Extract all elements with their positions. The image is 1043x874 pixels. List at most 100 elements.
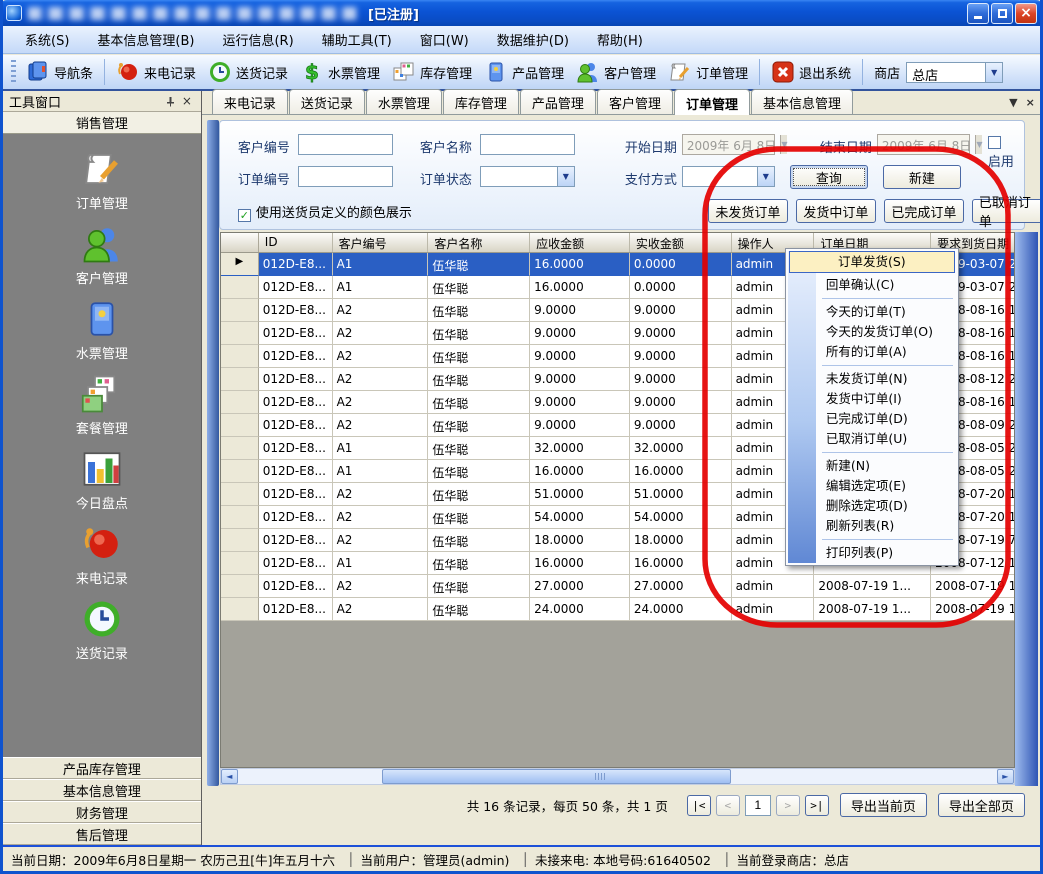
pay-method-select[interactable]: ▼	[682, 166, 775, 187]
customer-name-input[interactable]	[480, 134, 575, 155]
row-selector-cell[interactable]	[221, 460, 259, 483]
row-selector-cell[interactable]	[221, 345, 259, 368]
sidebar-item-daily-check[interactable]: 今日盘点	[3, 446, 201, 514]
color-display-checkbox[interactable]: ✓使用送货员定义的颜色展示	[238, 202, 412, 222]
sidebar-group-bar[interactable]: 售后管理	[3, 823, 201, 845]
table-row[interactable]: 012D-E8... A2 伍华聪 24.0000 24.0000 admin …	[221, 598, 1014, 621]
sidebar-item-delivery-record[interactable]: 送货记录	[3, 596, 201, 664]
context-menu-item[interactable]	[822, 298, 953, 299]
export-current-page-button[interactable]: 导出当前页	[840, 793, 927, 817]
status-filter-completed[interactable]: 已完成订单	[884, 199, 964, 223]
call-record-button[interactable]: 来电记录	[110, 57, 202, 87]
tab[interactable]: 基本信息管理	[751, 89, 853, 114]
tab[interactable]: 来电记录	[212, 89, 288, 114]
enable-checkbox[interactable]: 启用	[988, 136, 1024, 170]
context-menu-item[interactable]: 所有的订单(A)	[788, 342, 956, 362]
order-no-input[interactable]	[298, 166, 393, 187]
row-selector-cell[interactable]	[221, 391, 259, 414]
context-menu-item[interactable]	[822, 539, 953, 540]
grid-horizontal-scrollbar[interactable]: ◄ ►	[220, 768, 1015, 785]
close-button[interactable]: ×	[1015, 3, 1037, 24]
row-selector-cell[interactable]	[221, 598, 259, 621]
last-page-button[interactable]: >|	[805, 795, 829, 816]
context-menu-item[interactable]: 删除选定项(D)	[788, 496, 956, 516]
context-menu-item[interactable]: 打印列表(P)	[788, 543, 956, 563]
status-filter-cancelled[interactable]: 已取消订单	[972, 199, 1043, 223]
export-all-pages-button[interactable]: 导出全部页	[938, 793, 1025, 817]
sidebar-group-bar[interactable]: 基本信息管理	[3, 779, 201, 801]
scrollbar-thumb[interactable]	[382, 769, 731, 784]
row-selector-cell[interactable]	[221, 506, 259, 529]
row-selector-cell[interactable]	[221, 276, 259, 299]
tab[interactable]: 送货记录	[289, 89, 365, 114]
col-header-customer-no[interactable]: 客户编号	[333, 233, 429, 252]
status-filter-unshipped[interactable]: 未发货订单	[708, 199, 788, 223]
sidebar-item-combo[interactable]: 套餐管理	[3, 371, 201, 439]
tool-window-close-button[interactable]: ×	[179, 93, 195, 109]
customer-button[interactable]: 客户管理	[570, 57, 662, 87]
row-selector-header[interactable]	[221, 233, 259, 252]
scroll-left-button[interactable]: ◄	[221, 769, 238, 784]
row-selector-cell[interactable]	[221, 552, 259, 575]
tab-scroll-button[interactable]: ▼	[1009, 96, 1017, 109]
tab-close-button[interactable]: ×	[1026, 94, 1035, 110]
context-menu-item[interactable]: 编辑选定项(E)	[788, 476, 956, 496]
exit-button[interactable]: 退出系统	[765, 57, 857, 87]
menu-item[interactable]: 帮助(H)	[583, 26, 657, 53]
scrollbar-track[interactable]	[238, 769, 997, 784]
scroll-right-button[interactable]: ►	[997, 769, 1014, 784]
minimize-button[interactable]	[967, 3, 989, 24]
sidebar-item-order[interactable]: 订单管理	[3, 146, 201, 214]
sidebar-group-bar[interactable]: 财务管理	[3, 801, 201, 823]
context-menu-item[interactable]: 未发货订单(N)	[788, 369, 956, 389]
start-date-picker[interactable]: 2009年 6月 8日 ▼	[682, 134, 775, 155]
prev-page-button[interactable]: <	[716, 795, 740, 816]
row-selector-cell[interactable]: ▶	[221, 253, 259, 276]
order-button[interactable]: 订单管理	[662, 57, 754, 87]
nav-bar-button[interactable]: 导航条	[20, 57, 99, 87]
row-selector-cell[interactable]	[221, 322, 259, 345]
toolbar-grip[interactable]	[11, 60, 16, 84]
menu-item[interactable]: 系统(S)	[11, 26, 83, 53]
end-date-picker[interactable]: 2009年 6月 8日 ▼	[877, 134, 970, 155]
context-menu-item[interactable]: 发货中订单(I)	[788, 389, 956, 409]
col-header-received[interactable]: 实收金额	[630, 233, 732, 252]
status-filter-shipping[interactable]: 发货中订单	[796, 199, 876, 223]
page-number-input[interactable]	[745, 795, 771, 816]
menu-item[interactable]: 数据维护(D)	[483, 26, 583, 53]
row-selector-cell[interactable]	[221, 414, 259, 437]
sidebar-group-bar[interactable]: 产品库存管理	[3, 757, 201, 779]
tab[interactable]: 库存管理	[443, 89, 519, 114]
context-menu-item[interactable]: 已取消订单(U)	[788, 429, 956, 449]
menu-item[interactable]: 窗口(W)	[406, 26, 483, 53]
menu-item[interactable]: 运行信息(R)	[208, 26, 307, 53]
water-ticket-button[interactable]: $ 水票管理	[294, 57, 386, 87]
tab[interactable]: 水票管理	[366, 89, 442, 114]
sidebar-group-sales[interactable]: 销售管理	[3, 112, 201, 134]
table-row[interactable]: 012D-E8... A2 伍华聪 27.0000 27.0000 admin …	[221, 575, 1014, 598]
context-menu-item[interactable]: 新建(N)	[788, 456, 956, 476]
store-select[interactable]: 总店 ▼	[906, 62, 1003, 83]
tab[interactable]: 客户管理	[597, 89, 673, 114]
new-button[interactable]: 新建	[883, 165, 961, 189]
col-header-id[interactable]: ID	[259, 233, 333, 252]
customer-no-input[interactable]	[298, 134, 393, 155]
maximize-button[interactable]	[991, 3, 1013, 24]
col-header-receivable[interactable]: 应收金额	[530, 233, 630, 252]
row-selector-cell[interactable]	[221, 299, 259, 322]
context-menu-item[interactable]: 今天的发货订单(O)	[788, 322, 956, 342]
delivery-record-button[interactable]: 送货记录	[202, 57, 294, 87]
row-selector-cell[interactable]	[221, 575, 259, 598]
context-menu-item[interactable]: 订单发货(S)	[789, 251, 955, 273]
row-selector-cell[interactable]	[221, 368, 259, 391]
context-menu-item[interactable]: 刷新列表(R)	[788, 516, 956, 536]
menu-item[interactable]: 辅助工具(T)	[308, 26, 406, 53]
product-button[interactable]: 产品管理	[478, 57, 570, 87]
first-page-button[interactable]: |<	[687, 795, 711, 816]
col-header-customer-name[interactable]: 客户名称	[428, 233, 530, 252]
sidebar-item-call-record[interactable]: 来电记录	[3, 521, 201, 589]
row-selector-cell[interactable]	[221, 483, 259, 506]
order-status-select[interactable]: ▼	[480, 166, 575, 187]
context-menu-item[interactable]: 已完成订单(D)	[788, 409, 956, 429]
tab[interactable]: 订单管理	[674, 89, 750, 115]
